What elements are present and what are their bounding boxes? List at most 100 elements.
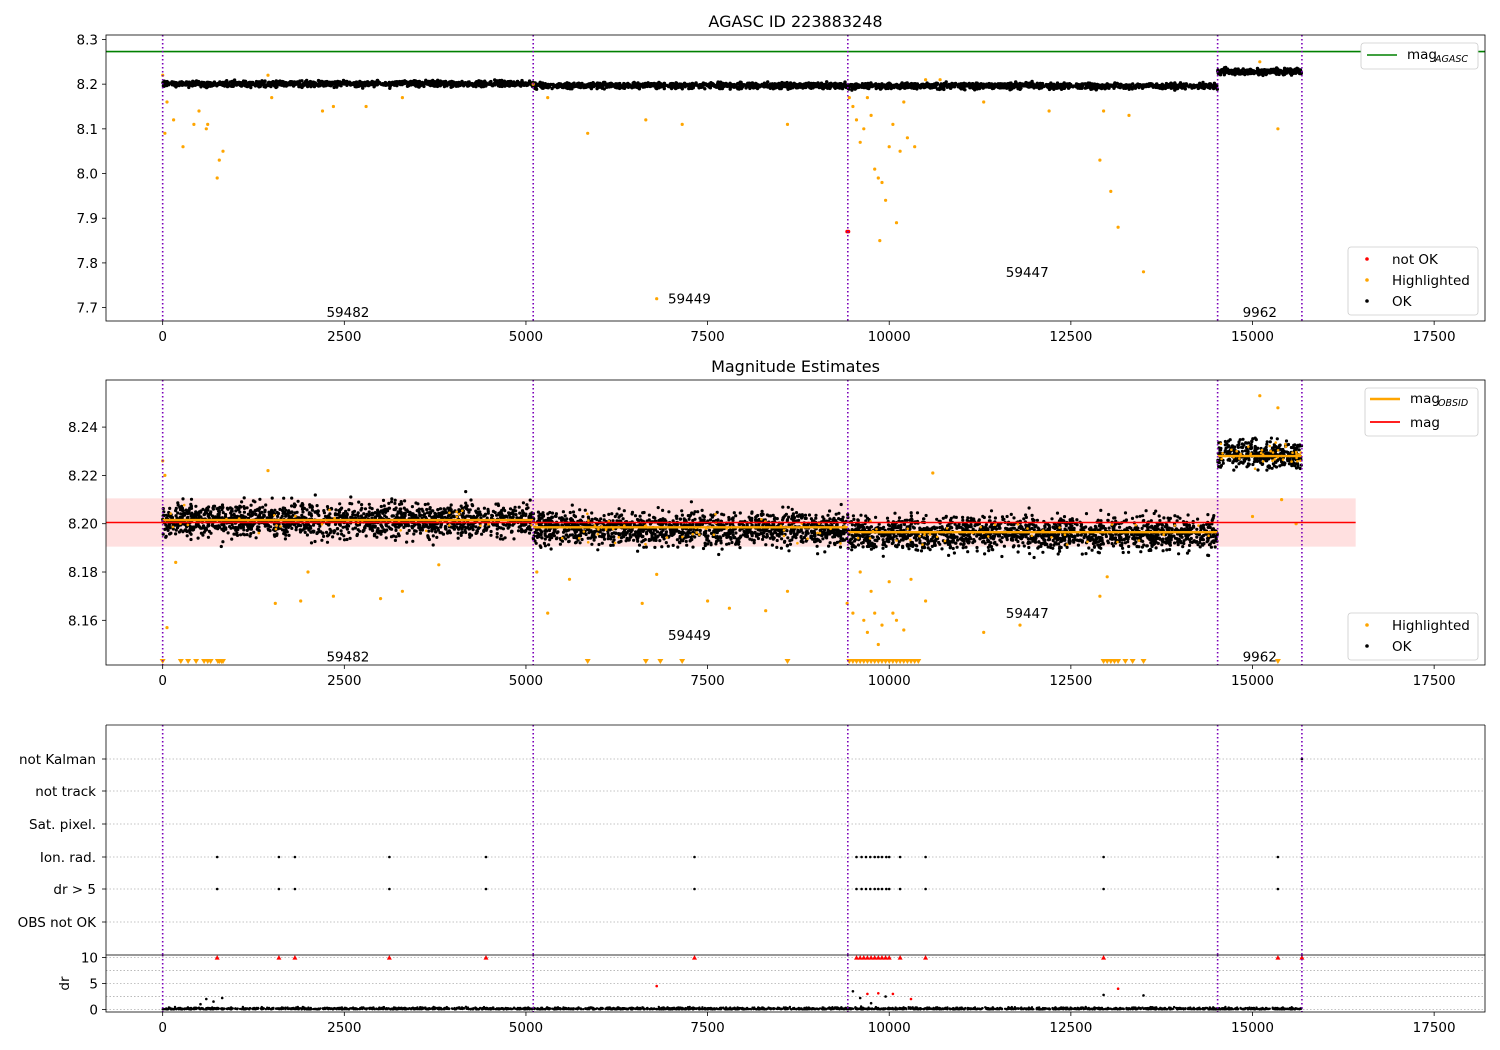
ok-point (518, 511, 522, 515)
ok-point (495, 535, 499, 539)
ok-point (1173, 82, 1178, 87)
ok-point (872, 83, 877, 87)
ok-point (427, 537, 431, 542)
ok-point (1184, 83, 1189, 87)
ok-point (298, 530, 303, 534)
ok-point (242, 510, 246, 514)
ok-point (283, 537, 287, 541)
ok-point (1037, 86, 1042, 91)
ok-point (596, 84, 600, 89)
ok-point (208, 82, 213, 86)
ok-point (263, 79, 267, 83)
ok-point (1018, 81, 1022, 86)
ok-point (444, 510, 448, 515)
ok-point (959, 82, 963, 86)
ok-point (352, 82, 356, 87)
ok-point (801, 86, 805, 90)
highlighted-point (887, 145, 891, 149)
y-tick-label: 8.1 (77, 122, 98, 138)
ok-point (811, 81, 816, 86)
ok-point (380, 529, 384, 533)
ok-point (368, 506, 372, 510)
ok-point (267, 80, 271, 85)
highlighted-point (891, 122, 895, 126)
ok-point (325, 540, 330, 544)
ok-point (551, 82, 555, 87)
ok-point (373, 83, 378, 87)
highlighted-point (785, 122, 790, 126)
ok-point (1032, 86, 1036, 90)
ok-point (349, 515, 353, 519)
ok-point (223, 81, 228, 86)
ok-point (687, 83, 692, 88)
ok-point (425, 507, 429, 512)
ok-point (295, 510, 299, 514)
ok-point (888, 84, 892, 89)
ok-point (807, 81, 811, 85)
ok-point (336, 532, 340, 536)
legend-label: mag (1407, 47, 1437, 63)
ok-point (387, 501, 391, 505)
ok-point (340, 532, 344, 536)
ok-point (180, 504, 184, 508)
ok-point (523, 82, 527, 86)
ok-point (725, 84, 729, 89)
ok-point (739, 83, 743, 87)
ok-point (403, 499, 407, 503)
ok-point (248, 534, 252, 538)
ok-point (1049, 81, 1053, 85)
ok-point (359, 81, 363, 86)
ok-point (1113, 84, 1117, 88)
highlighted-point (862, 127, 866, 131)
ok-point (495, 532, 499, 536)
ok-point (277, 80, 281, 84)
ok-point (345, 513, 349, 517)
ok-point (427, 514, 432, 518)
legend-marker (1365, 278, 1369, 282)
ok-point (519, 524, 523, 528)
ok-point (525, 507, 529, 511)
ok-point (301, 503, 305, 507)
ok-point (477, 513, 481, 517)
ok-point (402, 525, 406, 530)
ok-point (521, 501, 526, 505)
ok-point (1042, 84, 1046, 89)
ok-point (203, 512, 207, 516)
ok-point (495, 79, 499, 83)
ok-point (977, 86, 981, 91)
ok-point (446, 506, 450, 510)
ok-point (491, 82, 496, 87)
highlighted-point (894, 221, 899, 225)
ok-point (433, 84, 437, 88)
ok-point (347, 508, 351, 512)
ok-point (1241, 71, 1246, 75)
ok-point (195, 523, 199, 527)
legend-label: OK (1392, 294, 1413, 310)
ok-point (1086, 83, 1091, 88)
ok-point (356, 83, 360, 87)
highlighted-point (1047, 109, 1051, 113)
highlighted-point (1276, 127, 1280, 131)
ok-point (242, 505, 246, 509)
ok-point (446, 82, 450, 86)
ok-point (345, 81, 350, 85)
ok-point (1197, 86, 1201, 90)
ok-point (270, 496, 274, 500)
ok-point (534, 87, 539, 91)
ok-point (442, 507, 446, 511)
x-tick-label: 12500 (1049, 329, 1092, 345)
ok-point (710, 83, 715, 88)
ok-point (489, 529, 493, 534)
ok-point (313, 539, 317, 544)
highlighted-point (217, 158, 221, 162)
ok-point (174, 514, 178, 518)
y-tick-label: 7.9 (77, 211, 98, 227)
ok-point (1283, 70, 1287, 74)
x-tick-label: 10000 (868, 329, 911, 345)
ok-point (219, 544, 223, 549)
ok-point (327, 533, 331, 537)
ok-point (316, 83, 320, 87)
ok-point (194, 504, 198, 508)
ok-point (486, 511, 490, 515)
ok-point (517, 505, 521, 509)
